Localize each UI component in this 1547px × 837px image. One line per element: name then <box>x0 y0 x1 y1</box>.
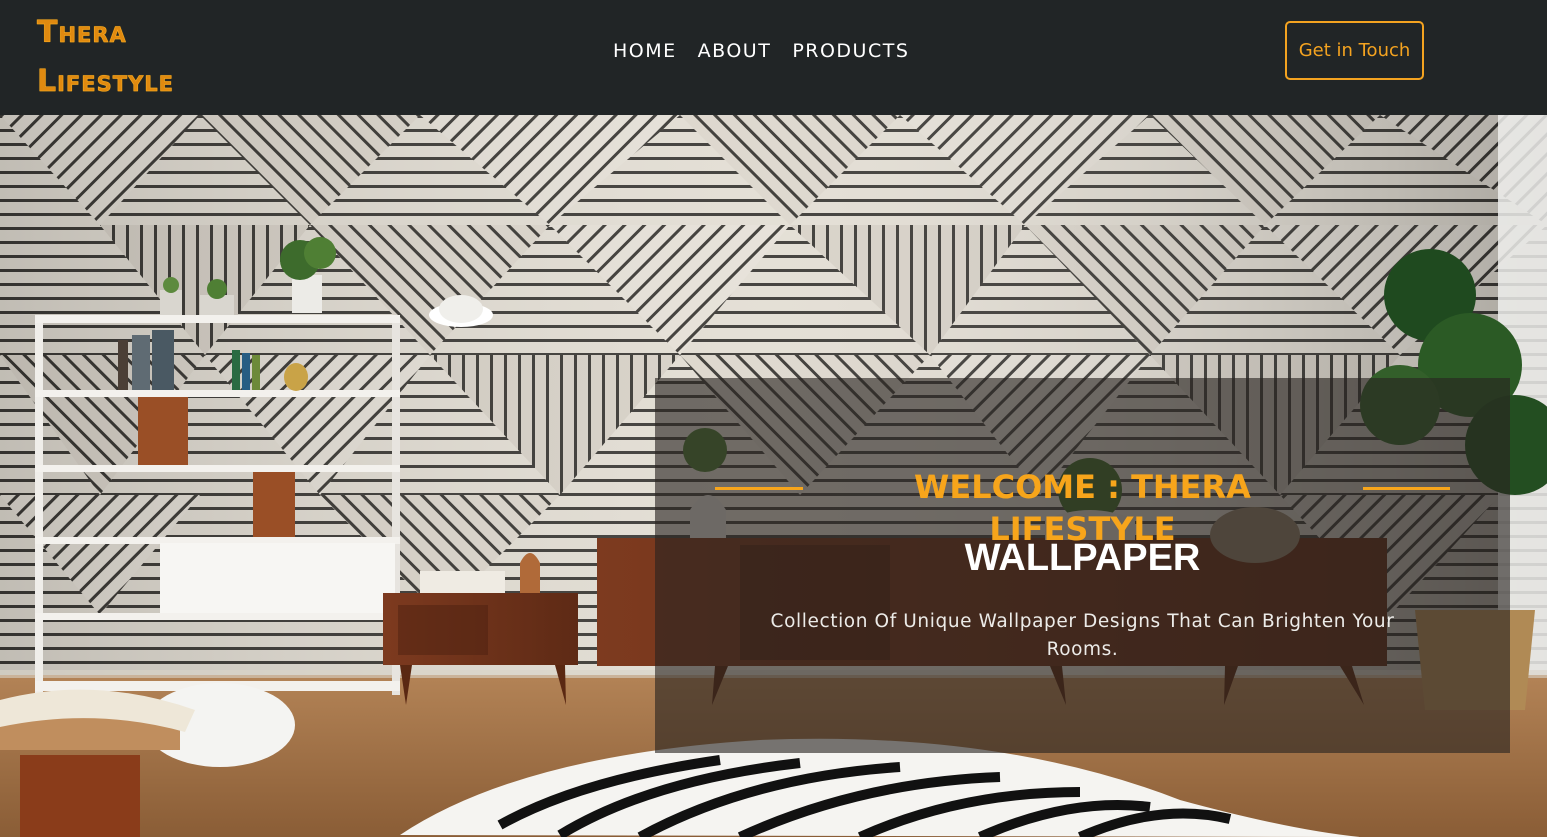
nav-products[interactable]: PRODUCTS <box>792 38 909 64</box>
brand-logo[interactable]: Thera Lifestyle <box>37 8 237 106</box>
welcome-line-left <box>715 487 803 490</box>
nav-about[interactable]: ABOUT <box>698 38 772 64</box>
nav-home[interactable]: HOME <box>613 38 677 64</box>
welcome-row: WELCOME : THERA LIFESTYLE <box>655 466 1510 548</box>
site-header: Thera Lifestyle HOME ABOUT PRODUCTS Get … <box>0 0 1547 115</box>
hero-text-panel: WELCOME : THERA LIFESTYLE WALLPAPER Coll… <box>655 378 1510 753</box>
welcome-line-right <box>1363 487 1450 490</box>
logo-line-1: Thera <box>37 15 127 51</box>
get-in-touch-button[interactable]: Get in Touch <box>1285 21 1424 80</box>
hero-section: WELCOME : THERA LIFESTYLE WALLPAPER Coll… <box>0 115 1547 837</box>
logo-line-2: Lifestyle <box>37 64 175 100</box>
main-nav: HOME ABOUT PRODUCTS <box>613 38 909 64</box>
hero-title: WALLPAPER <box>964 537 1201 579</box>
hero-description: Collection Of Unique Wallpaper Designs T… <box>770 611 1395 660</box>
